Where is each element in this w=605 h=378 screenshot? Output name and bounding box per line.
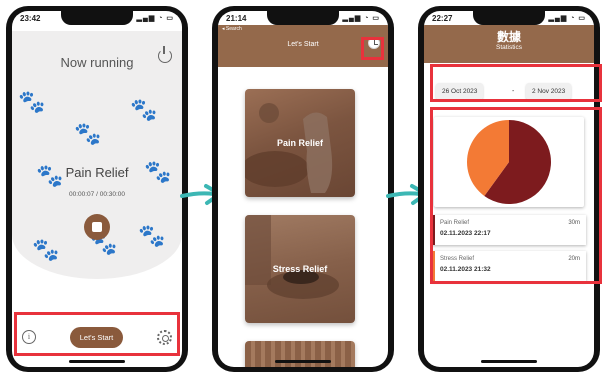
session-item[interactable]: Stress Relief 02.11.2023 21:32 20m <box>432 251 586 281</box>
info-icon[interactable]: i <box>22 330 36 344</box>
gear-icon[interactable] <box>157 329 172 345</box>
lets-start-button[interactable]: Let's Start <box>69 326 124 348</box>
session-name: Pain Relief <box>440 220 470 226</box>
now-running-screen: 23:42 ▂▄▆ ◔ ▭ 🐾 🐾 🐾 🐾 🐾 🐾 🐾 🐾 Now runnin… <box>12 11 182 367</box>
stop-button[interactable] <box>84 214 110 240</box>
dog-photo <box>245 341 355 367</box>
status-icons: ▂▄▆ ◔ ▭ <box>342 15 380 22</box>
session-datetime: 02.11.2023 22:17 <box>440 230 491 237</box>
status-bar: 22:27 ▂▄▆ ◔ ▭ <box>432 14 586 26</box>
tile-label: Pain Relief <box>276 138 323 148</box>
program-name: Pain Relief <box>65 165 129 180</box>
date-from-picker[interactable]: 26 Oct 2023 <box>436 83 484 100</box>
clock-icon[interactable] <box>368 37 380 49</box>
status-time: 23:42 <box>20 14 41 23</box>
date-separator: - <box>512 88 515 95</box>
status-bar: 23:42 ▂▄▆ ◔ ▭ <box>20 14 174 26</box>
program-tile-pain-relief[interactable]: Pain Relief <box>245 89 355 197</box>
page-title: Now running <box>60 55 134 70</box>
status-time: 21:14 <box>226 14 247 23</box>
statistics-screen: 22:27 ▂▄▆ ◔ ▭ 數據 Statistics 26 Oct 2023 … <box>424 11 594 367</box>
page-title-chinese: 數據 <box>496 30 521 44</box>
status-icons: ▂▄▆ ◔ ▭ <box>136 15 174 22</box>
paw-icon: 🐾 <box>18 89 46 114</box>
pie-chart-card <box>434 117 584 207</box>
status-time: 22:27 <box>432 14 453 23</box>
phone-now-running: 23:42 ▂▄▆ ◔ ▭ 🐾 🐾 🐾 🐾 🐾 🐾 🐾 🐾 Now runnin… <box>6 6 188 372</box>
session-duration: 20m <box>568 256 580 262</box>
status-icons: ▂▄▆ ◔ ▭ <box>548 15 586 22</box>
stop-icon <box>92 222 102 232</box>
phone-statistics: 22:27 ▂▄▆ ◔ ▭ 數據 Statistics 26 Oct 2023 … <box>418 6 600 372</box>
paw-icon: 🐾 <box>138 223 166 248</box>
program-tile-stress-relief[interactable]: Stress Relief <box>245 215 355 323</box>
phone-lets-start: 21:14 ▂▄▆ ◔ ▭ ◂ Search Let's Start Pain … <box>212 6 394 372</box>
session-datetime: 02.11.2023 21:32 <box>440 266 491 273</box>
session-item[interactable]: Pain Relief 02.11.2023 22:17 30m <box>432 215 586 245</box>
total-time: 00:30:00 <box>99 191 126 198</box>
program-tile[interactable] <box>245 341 355 367</box>
bottom-bar: i Let's Start <box>12 316 182 358</box>
power-icon[interactable] <box>158 46 172 63</box>
lets-start-screen: 21:14 ▂▄▆ ◔ ▭ ◂ Search Let's Start Pain … <box>218 11 388 367</box>
home-indicator <box>481 360 537 363</box>
session-name: Stress Relief <box>440 256 475 262</box>
timer-readout: 00:00:07 / 00:30:00 <box>12 191 182 198</box>
home-indicator <box>69 360 125 363</box>
pie-chart <box>467 120 551 204</box>
time-separator: / <box>96 191 98 198</box>
paw-icon: 🐾 <box>130 97 158 122</box>
tile-label: Stress Relief <box>272 264 328 274</box>
elapsed-time: 00:00:07 <box>68 191 95 198</box>
home-indicator <box>275 360 331 363</box>
paw-icon: 🐾 <box>74 121 102 146</box>
back-link[interactable]: ◂ Search <box>222 26 242 32</box>
status-bar: 21:14 ▂▄▆ ◔ ▭ <box>226 14 380 26</box>
session-duration: 30m <box>568 220 580 226</box>
paw-icon: 🐾 <box>32 237 60 262</box>
page-title: Statistics <box>495 44 522 51</box>
page-title: Let's Start <box>287 41 319 48</box>
date-to-picker[interactable]: 2 Nov 2023 <box>526 83 572 100</box>
